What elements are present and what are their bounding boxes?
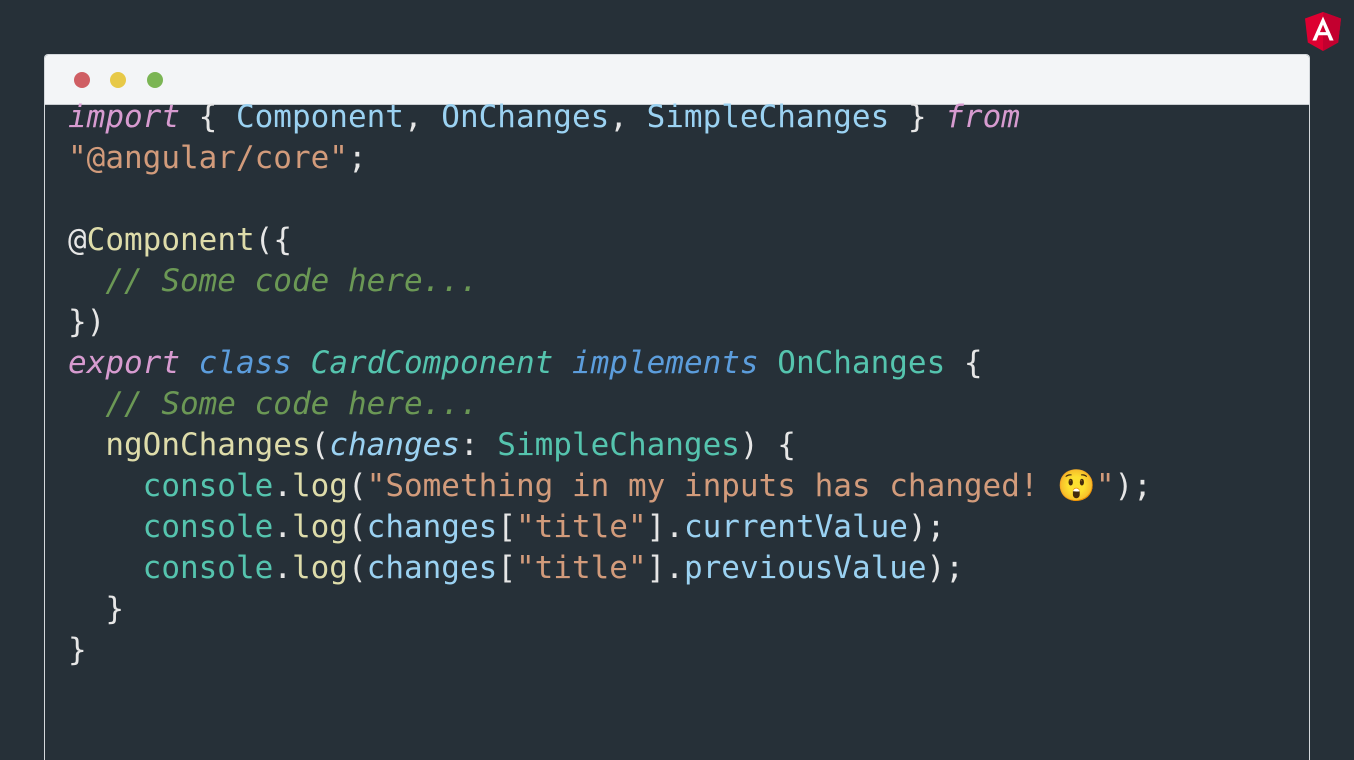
code-line: export class CardComponent implements On…: [68, 343, 1152, 384]
code-token: changes: [329, 427, 460, 463]
code-token: .: [273, 509, 292, 545]
code-token: (: [347, 550, 367, 586]
code-token: ].: [646, 509, 684, 545]
code-token: log: [291, 468, 348, 504]
code-token: ,: [403, 99, 442, 135]
code-token: ) {: [739, 427, 796, 463]
code-token: "Something in my inputs has changed!: [366, 468, 1058, 504]
code-token: );: [907, 509, 946, 545]
code-token: "title": [515, 509, 647, 545]
code-token: @: [68, 222, 87, 258]
maximize-window-button[interactable]: [147, 72, 163, 88]
code-token: changes: [366, 509, 498, 545]
code-token: Component: [235, 99, 404, 135]
code-token: ": [1095, 468, 1115, 504]
code-token: previousValue: [683, 550, 927, 586]
code-token: );: [926, 550, 964, 586]
code-token: "@angular/core": [68, 140, 348, 176]
code-block: import { Component, OnChanges, SimpleCha…: [68, 97, 1152, 671]
code-token: OnChanges: [441, 99, 610, 135]
code-line: ngOnChanges(changes: SimpleChanges) {: [68, 425, 1152, 466]
code-token: ,: [609, 99, 647, 135]
code-token: changes: [366, 550, 498, 586]
code-line: }: [68, 630, 1152, 671]
code-token: }): [68, 304, 106, 340]
code-line: console.log(changes["title"].currentValu…: [68, 507, 1152, 548]
code-token: SimpleChanges: [646, 99, 890, 135]
code-token: OnChanges: [777, 345, 946, 381]
code-token: console: [142, 468, 274, 504]
code-token: // Some code here...: [105, 386, 479, 422]
code-line: import { Component, OnChanges, SimpleCha…: [68, 97, 1152, 138]
code-token: ;: [347, 140, 367, 176]
code-line: "@angular/core";: [68, 138, 1152, 179]
code-token: .: [273, 468, 292, 504]
astonished-face-icon: 😲: [1057, 468, 1096, 504]
code-token: .: [273, 550, 292, 586]
code-token: );: [1114, 468, 1152, 504]
code-token: log: [291, 509, 348, 545]
code-token: log: [291, 550, 348, 586]
code-token: CardComponent: [310, 345, 554, 381]
code-line: }): [68, 302, 1152, 343]
code-token: implements: [571, 345, 759, 381]
code-token: ({: [254, 222, 292, 258]
minimize-window-button[interactable]: [110, 72, 126, 88]
code-token: ngOnChanges: [105, 427, 311, 463]
code-token: from: [945, 99, 1020, 135]
code-token: console: [142, 550, 274, 586]
code-token: "title": [515, 550, 647, 586]
code-token: // Some code here...: [105, 263, 479, 299]
code-line: }: [68, 589, 1152, 630]
code-token: [: [497, 509, 516, 545]
code-token: }: [68, 632, 87, 668]
code-token: export: [68, 345, 180, 381]
code-token: (: [347, 509, 367, 545]
code-token: {: [179, 99, 236, 135]
code-token: [: [497, 550, 516, 586]
code-token: import: [68, 99, 180, 135]
page: import { Component, OnChanges, SimpleCha…: [0, 0, 1354, 760]
code-token: class: [198, 345, 292, 381]
code-line: console.log("Something in my inputs has …: [68, 466, 1152, 507]
angular-logo-icon: [1305, 12, 1341, 51]
close-window-button[interactable]: [74, 72, 90, 88]
code-token: console: [142, 509, 274, 545]
code-line: console.log(changes["title"].previousVal…: [68, 548, 1152, 589]
code-token: (: [310, 427, 330, 463]
code-token: SimpleChanges: [497, 427, 740, 463]
code-line: // Some code here...: [68, 261, 1152, 302]
code-token: :: [459, 427, 498, 463]
code-token: }: [68, 591, 124, 627]
code-token: }: [889, 99, 946, 135]
code-line: @Component({: [68, 220, 1152, 261]
code-token: (: [347, 468, 367, 504]
code-token: ].: [646, 550, 684, 586]
code-token: {: [945, 345, 983, 381]
code-line: // Some code here...: [68, 384, 1152, 425]
code-token: currentValue: [683, 509, 908, 545]
code-token: Component: [86, 222, 255, 258]
